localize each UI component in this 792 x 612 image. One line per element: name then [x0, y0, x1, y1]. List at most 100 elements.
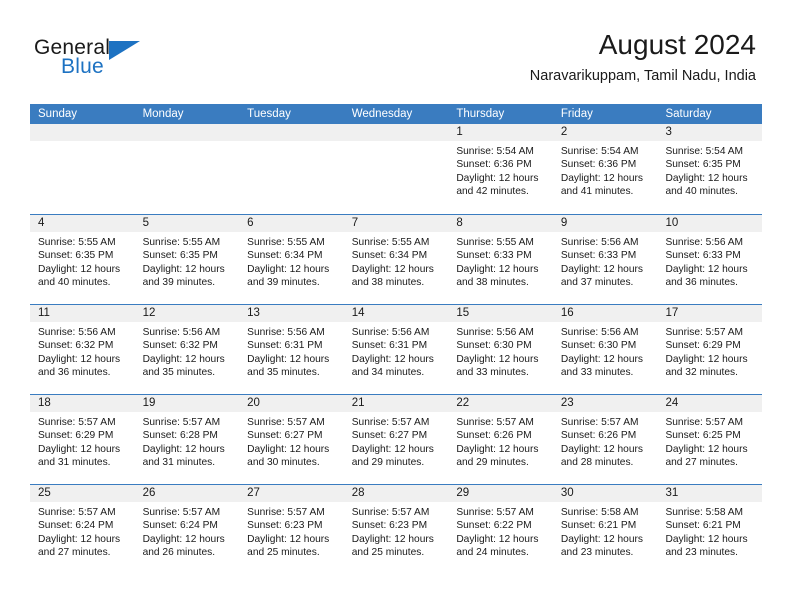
day-cell-13[interactable]: 13 Sunrise: 5:56 AM Sunset: 6:31 PM Dayligh…: [239, 305, 344, 394]
day-details: Sunrise: 5:57 AM Sunset: 6:29 PM Daylight:…: [657, 322, 762, 380]
sunrise-text: Sunrise: 5:58 AM: [560, 507, 639, 518]
sunrise-text: Sunrise: 5:55 AM: [38, 237, 116, 248]
brand-triangle-icon: [109, 41, 140, 60]
day-cell-15[interactable]: 15 Sunrise: 5:56 AM Sunset: 6:30 PM Dayligh…: [448, 305, 553, 394]
day-details: Sunrise: 5:56 AM Sunset: 6:33 PM Daylight:…: [553, 232, 658, 290]
day-number: 23: [552, 395, 658, 412]
day-number: 14: [343, 305, 449, 322]
daylight-text-line2: and 24 minutes.: [456, 547, 529, 559]
day-number: [30, 124, 135, 141]
calendar-week-row: 18 Sunrise: 5:57 AM Sunset: 6:29 PM Dayligh…: [30, 394, 763, 484]
day-details: Sunrise: 5:56 AM Sunset: 6:32 PM Daylight:…: [30, 322, 135, 380]
page-header: General Blue August 2024 Naravarikuppam,…: [0, 0, 792, 100]
daylight-text-line1: Daylight: 12 hours: [665, 353, 748, 365]
day-cell-24[interactable]: 24 Sunrise: 5:57 AM Sunset: 6:25 PM Dayligh…: [657, 395, 763, 484]
day-details: Sunrise: 5:57 AM Sunset: 6:24 PM Daylight:…: [135, 502, 240, 560]
sunset-text: Sunset: 6:22 PM: [456, 520, 532, 532]
sunrise-text: Sunrise: 5:56 AM: [351, 327, 430, 338]
weekday-header-saturday: Saturday: [665, 108, 712, 120]
day-cell-9[interactable]: 9 Sunrise: 5:56 AM Sunset: 6:33 PM Daylight…: [552, 215, 658, 304]
weekday-header-monday: Monday: [142, 108, 184, 120]
day-details: Sunrise: 5:55 AM Sunset: 6:35 PM Daylight:…: [30, 232, 135, 290]
day-cell-12[interactable]: 12 Sunrise: 5:56 AM Sunset: 6:32 PM Dayligh…: [134, 305, 240, 394]
daylight-text-line1: Daylight: 12 hours: [456, 443, 539, 455]
sunrise-text: Sunrise: 5:57 AM: [456, 417, 534, 428]
day-cell-8[interactable]: 8 Sunrise: 5:55 AM Sunset: 6:33 PM Daylight…: [448, 215, 553, 304]
day-cell-11[interactable]: 11 Sunrise: 5:56 AM Sunset: 6:32 PM Dayligh…: [30, 305, 135, 394]
day-cell-2[interactable]: 2 Sunrise: 5:54 AM Sunset: 6:36 PM Daylight…: [552, 124, 658, 214]
weekday-header-sunday: Sunday: [38, 108, 78, 120]
day-cell-23[interactable]: 23 Sunrise: 5:57 AM Sunset: 6:26 PM Dayligh…: [552, 395, 658, 484]
day-cell-21[interactable]: 21 Sunrise: 5:57 AM Sunset: 6:27 PM Dayligh…: [343, 395, 449, 484]
day-details: Sunrise: 5:57 AM Sunset: 6:27 PM Daylight:…: [239, 412, 344, 470]
day-number: 3: [657, 124, 763, 141]
weekday-header-row: Sunday Monday Tuesday Wednesday Thursday Frid…: [30, 104, 762, 124]
day-details: Sunrise: 5:57 AM Sunset: 6:26 PM Daylight:…: [553, 412, 658, 470]
calendar-week-row: 1 Sunrise: 5:54 AM Sunset: 6:36 PM Daylight…: [30, 124, 763, 214]
day-cell-20[interactable]: 20 Sunrise: 5:57 AM Sunset: 6:27 PM Dayligh…: [239, 395, 344, 484]
day-cell-1[interactable]: 1 Sunrise: 5:54 AM Sunset: 6:36 PM Daylight…: [448, 124, 553, 214]
day-cell-19[interactable]: 19 Sunrise: 5:57 AM Sunset: 6:28 PM Dayligh…: [134, 395, 240, 484]
day-number: 5: [134, 215, 240, 232]
day-cell-31[interactable]: 31 Sunrise: 5:58 AM Sunset: 6:21 PM Dayligh…: [657, 485, 763, 574]
sunrise-text: Sunrise: 5:57 AM: [351, 417, 430, 428]
day-cell-3[interactable]: 3 Sunrise: 5:54 AM Sunset: 6:35 PM Daylight…: [657, 124, 763, 214]
day-cell-empty: [30, 124, 135, 214]
daylight-text-line1: Daylight: 12 hours: [456, 353, 539, 365]
day-number: 4: [30, 215, 135, 232]
day-cell-5[interactable]: 5 Sunrise: 5:55 AM Sunset: 6:35 PM Daylight…: [134, 215, 240, 304]
daylight-text-line2: and 32 minutes.: [665, 367, 738, 379]
day-details: Sunrise: 5:56 AM Sunset: 6:30 PM Daylight:…: [448, 322, 553, 380]
day-cell-28[interactable]: 28 Sunrise: 5:57 AM Sunset: 6:23 PM Dayligh…: [343, 485, 449, 574]
day-cell-14[interactable]: 14 Sunrise: 5:56 AM Sunset: 6:31 PM Dayligh…: [343, 305, 449, 394]
daylight-text-line1: Daylight: 12 hours: [560, 263, 644, 275]
day-details: Sunrise: 5:57 AM Sunset: 6:22 PM Daylight:…: [448, 502, 553, 560]
daylight-text-line2: and 39 minutes.: [142, 277, 216, 289]
daylight-text-line2: and 29 minutes.: [351, 457, 425, 469]
day-details: Sunrise: 5:57 AM Sunset: 6:23 PM Daylight:…: [344, 502, 449, 560]
brand-name-blue: Blue: [61, 55, 104, 78]
day-number: 16: [552, 305, 658, 322]
sunset-text: Sunset: 6:35 PM: [142, 250, 218, 262]
brand-logo[interactable]: General Blue: [34, 36, 224, 86]
day-number: 1: [448, 124, 553, 141]
day-cell-4[interactable]: 4 Sunrise: 5:55 AM Sunset: 6:35 PM Daylight…: [30, 215, 135, 304]
day-details: Sunrise: 5:56 AM Sunset: 6:31 PM Daylight:…: [239, 322, 344, 380]
day-number: 9: [552, 215, 658, 232]
sunset-text: Sunset: 6:31 PM: [247, 340, 323, 352]
day-number: 20: [239, 395, 344, 412]
day-number: 11: [30, 305, 135, 322]
day-cell-17[interactable]: 17 Sunrise: 5:57 AM Sunset: 6:29 PM Dayligh…: [657, 305, 763, 394]
day-cell-6[interactable]: 6 Sunrise: 5:55 AM Sunset: 6:34 PM Daylight…: [239, 215, 344, 304]
sunset-text: Sunset: 6:33 PM: [560, 250, 637, 262]
daylight-text-line2: and 28 minutes.: [560, 457, 634, 469]
day-cell-26[interactable]: 26 Sunrise: 5:57 AM Sunset: 6:24 PM Dayligh…: [134, 485, 240, 574]
day-cell-10[interactable]: 10 Sunrise: 5:56 AM Sunset: 6:33 PM Dayligh…: [657, 215, 763, 304]
daylight-text-line1: Daylight: 12 hours: [665, 172, 748, 184]
sunrise-text: Sunrise: 5:54 AM: [665, 146, 744, 157]
day-cell-29[interactable]: 29 Sunrise: 5:57 AM Sunset: 6:22 PM Dayligh…: [448, 485, 553, 574]
daylight-text-line2: and 36 minutes.: [38, 367, 111, 379]
sunrise-text: Sunrise: 5:57 AM: [38, 507, 116, 518]
day-cell-30[interactable]: 30 Sunrise: 5:58 AM Sunset: 6:21 PM Dayligh…: [552, 485, 658, 574]
day-cell-22[interactable]: 22 Sunrise: 5:57 AM Sunset: 6:26 PM Dayligh…: [448, 395, 553, 484]
day-number: 29: [448, 485, 553, 502]
day-details: Sunrise: 5:57 AM Sunset: 6:23 PM Daylight:…: [239, 502, 344, 560]
sunset-text: Sunset: 6:27 PM: [247, 430, 323, 442]
daylight-text-line2: and 40 minutes.: [665, 186, 738, 198]
day-details: Sunrise: 5:56 AM Sunset: 6:30 PM Daylight:…: [553, 322, 658, 380]
daylight-text-line2: and 25 minutes.: [247, 547, 320, 559]
day-cell-16[interactable]: 16 Sunrise: 5:56 AM Sunset: 6:30 PM Dayligh…: [552, 305, 658, 394]
day-details: Sunrise: 5:58 AM Sunset: 6:21 PM Daylight:…: [553, 502, 658, 560]
day-cell-25[interactable]: 25 Sunrise: 5:57 AM Sunset: 6:24 PM Dayligh…: [30, 485, 135, 574]
day-details: Sunrise: 5:57 AM Sunset: 6:24 PM Daylight:…: [30, 502, 135, 560]
calendar-grid: Sunday Monday Tuesday Wednesday Thursday Frid…: [30, 104, 763, 574]
day-cell-18[interactable]: 18 Sunrise: 5:57 AM Sunset: 6:29 PM Dayligh…: [30, 395, 135, 484]
daylight-text-line1: Daylight: 12 hours: [38, 443, 121, 455]
day-cell-7[interactable]: 7 Sunrise: 5:55 AM Sunset: 6:34 PM Daylight…: [343, 215, 449, 304]
day-number: 7: [343, 215, 449, 232]
weekday-header-thursday: Thursday: [456, 108, 505, 120]
day-cell-27[interactable]: 27 Sunrise: 5:57 AM Sunset: 6:23 PM Dayligh…: [239, 485, 344, 574]
sunrise-text: Sunrise: 5:56 AM: [456, 327, 534, 338]
day-details: Sunrise: 5:56 AM Sunset: 6:32 PM Daylight:…: [135, 322, 240, 380]
